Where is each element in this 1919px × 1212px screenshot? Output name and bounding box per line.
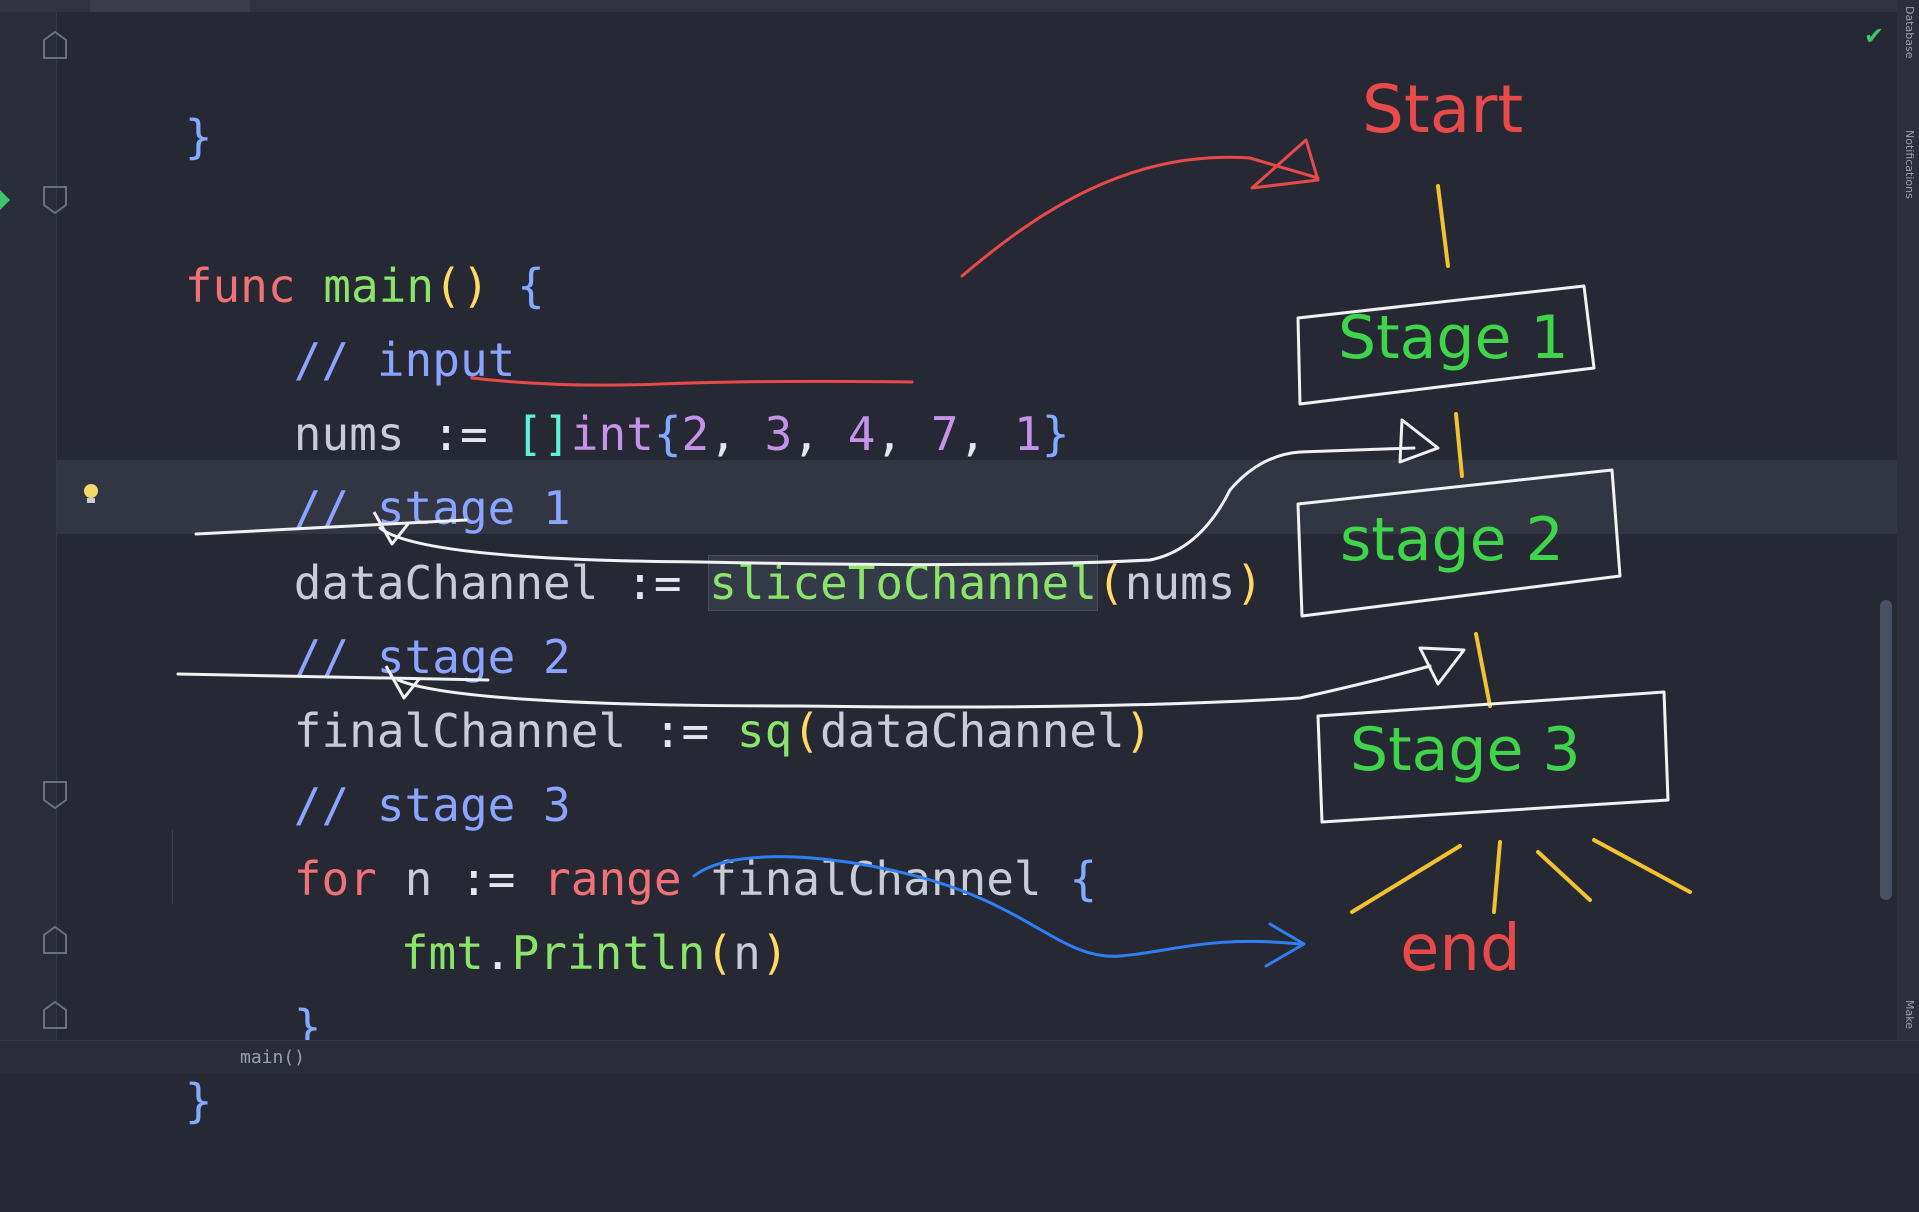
checkmark-icon: ✔ [1864,22,1885,50]
brace: } [184,1074,213,1128]
comma: , [792,407,821,461]
editor-tab[interactable] [90,0,250,12]
comma: , [958,407,987,461]
type-name: int [570,407,654,461]
brace: } [184,110,213,164]
paren: ( [792,704,821,758]
comma: , [709,407,737,461]
run-gutter-icon[interactable] [0,190,10,210]
vertical-scrollbar[interactable] [1880,600,1892,900]
paren: ( [1096,556,1125,610]
code-line: func main() { [74,175,545,313]
paren: ) [760,926,789,980]
breadcrumb[interactable]: main() [240,1047,305,1068]
identifier: dataChannel [820,704,1125,758]
function-call[interactable]: sliceToChannel [708,555,1098,611]
paren: ) [1235,556,1264,610]
function-call: sq [736,704,793,758]
number: 1 [1013,407,1042,461]
number: 2 [681,407,710,461]
operator: := [626,556,682,610]
number: 3 [764,407,793,461]
brace: } [1041,407,1070,461]
make-panel-tab[interactable]: Make [1900,1000,1916,1029]
brace: { [517,259,545,313]
database-panel-tab[interactable]: Database [1900,6,1916,59]
brace: { [653,407,682,461]
brace: { [1069,852,1098,906]
code-editor[interactable]: } func main() { // input nums := []int{2… [57,12,1897,1128]
code-line: } [74,26,213,164]
code-line: nums := []int{2, 3, 4, 7, 1} [183,323,1070,461]
paren: ) [1124,704,1153,758]
editor-gutter [0,12,56,1040]
function-call: Println [511,926,706,980]
code-line: fmt.Println(n) [290,842,789,980]
code-line: // input [183,249,516,387]
right-tool-strip: Database Notifications Make [1897,0,1919,1073]
paren: ( [705,926,734,980]
breadcrumb-bar: main() [0,1040,1919,1074]
dot: . [483,926,512,980]
identifier: n [733,926,761,980]
code-line: // stage 3 [183,694,571,832]
indent-guide [172,830,173,904]
code-line: dataChannel := sliceToChannel(nums) [183,472,1263,611]
notifications-panel-tab[interactable]: Notifications [1900,130,1916,199]
number: 4 [847,407,876,461]
code-line: // stage 2 [183,546,571,684]
identifier: nums [1124,556,1236,610]
comma: , [875,407,904,461]
number: 7 [930,407,959,461]
code-line: for n := range finalChannel { [183,768,1097,906]
code-line: } [183,916,322,1054]
operator: := [653,704,710,758]
code-line: // stage 1 [183,397,571,535]
package-name: fmt [400,926,484,980]
editor-tab-strip [0,0,1919,12]
code-line: finalChannel := sq(dataChannel) [183,620,1153,758]
